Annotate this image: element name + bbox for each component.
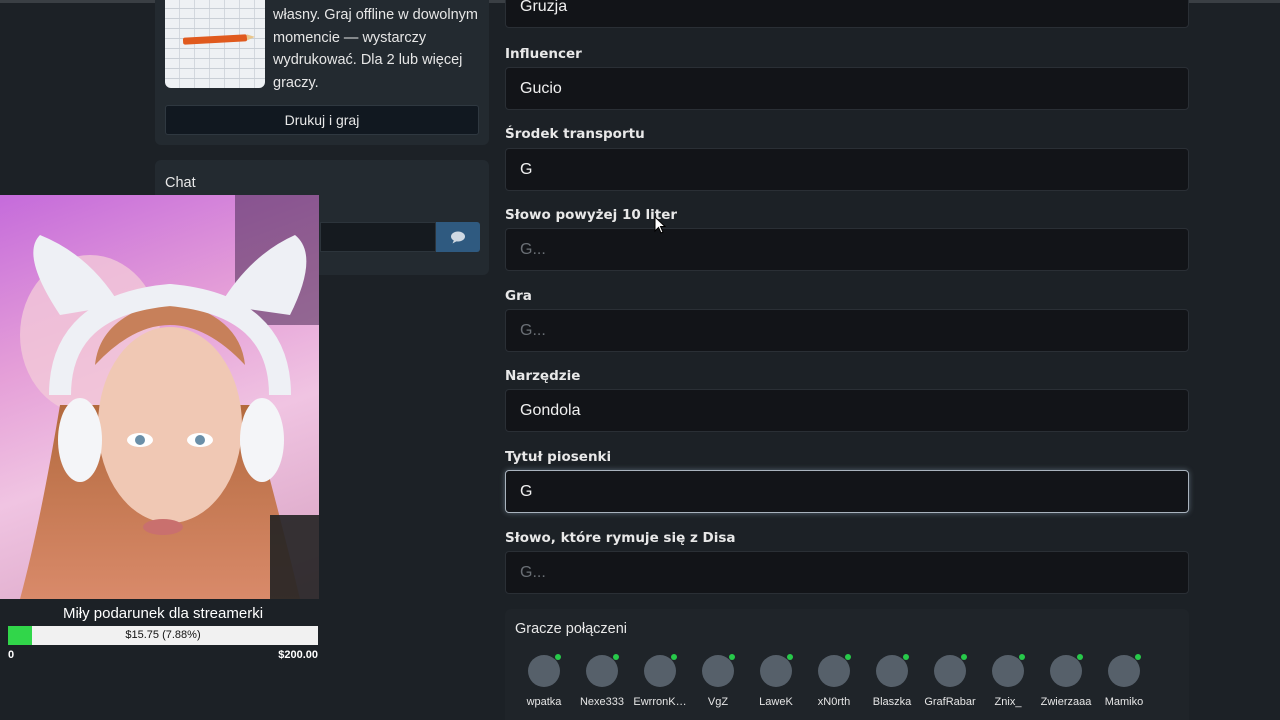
player-name: GrafRabar bbox=[924, 696, 976, 708]
connected-players-panel: Gracze połączeni wpatka Nexe333 EwrronK…… bbox=[505, 609, 1189, 720]
player-item[interactable]: Znix_ bbox=[978, 653, 1038, 708]
online-status-dot bbox=[555, 654, 561, 660]
online-status-dot bbox=[1019, 654, 1025, 660]
field-transport-input[interactable] bbox=[505, 148, 1189, 191]
online-status-dot bbox=[787, 654, 793, 660]
player-item[interactable]: Zwierzaaa bbox=[1036, 653, 1096, 708]
player-item[interactable]: Nexe333 bbox=[572, 653, 632, 708]
online-status-dot bbox=[1135, 654, 1141, 660]
donation-amount: $15.75 (7.88%) bbox=[125, 629, 201, 641]
webcam-image bbox=[20, 195, 319, 599]
field-country-input[interactable] bbox=[505, 0, 1189, 28]
user-avatar-icon bbox=[1108, 654, 1141, 687]
donation-max-label: $200.00 bbox=[278, 649, 318, 661]
player-item[interactable]: xN0rth bbox=[804, 653, 864, 708]
player-name: EwrronK… bbox=[633, 696, 687, 708]
chat-send-button[interactable] bbox=[436, 222, 480, 252]
online-status-dot bbox=[1077, 654, 1083, 660]
donation-progress-bar: $15.75 (7.88%) bbox=[8, 626, 318, 645]
user-avatar-icon bbox=[818, 654, 851, 687]
field-rhyme-label: Słowo, które rymuje się z Disa bbox=[505, 530, 736, 546]
field-long-word-label: Słowo powyżej 10 liter bbox=[505, 207, 678, 223]
player-item[interactable]: wpatka bbox=[514, 653, 574, 708]
online-status-dot bbox=[903, 654, 909, 660]
chat-title: Chat bbox=[165, 175, 196, 191]
field-tool-input[interactable] bbox=[505, 389, 1189, 432]
player-name: Mamiko bbox=[1104, 696, 1144, 708]
field-rhyme-input[interactable] bbox=[505, 551, 1189, 594]
online-status-dot bbox=[845, 654, 851, 660]
printable-game-thumbnail bbox=[165, 0, 265, 88]
print-and-play-button[interactable]: Drukuj i graj bbox=[165, 105, 479, 135]
connected-players-title: Gracze połączeni bbox=[515, 621, 628, 637]
user-avatar-icon bbox=[528, 654, 561, 687]
chat-input[interactable] bbox=[320, 222, 436, 252]
print-game-description: własny. Graj offline w dowolnym momencie… bbox=[273, 7, 478, 91]
field-influencer-label: Influencer bbox=[505, 46, 582, 62]
player-name: Znix_ bbox=[994, 696, 1022, 708]
user-avatar-icon bbox=[702, 654, 735, 687]
field-long-word-input[interactable] bbox=[505, 228, 1189, 271]
donation-goal-title: Miły podarunek dla streamerki bbox=[62, 605, 264, 622]
user-avatar-icon bbox=[644, 654, 677, 687]
streamer-webcam bbox=[0, 195, 319, 599]
player-name: LaweK bbox=[759, 696, 793, 708]
field-game-label: Gra bbox=[505, 288, 532, 304]
player-name: xN0rth bbox=[817, 696, 851, 708]
player-name: Blaszka bbox=[872, 696, 912, 708]
player-item[interactable]: VgZ bbox=[688, 653, 748, 708]
user-avatar-icon bbox=[586, 654, 619, 687]
player-name: wpatka bbox=[526, 696, 562, 708]
player-item[interactable]: LaweK bbox=[746, 653, 806, 708]
online-status-dot bbox=[613, 654, 619, 660]
player-item[interactable]: GrafRabar bbox=[920, 653, 980, 708]
field-tool-label: Narzędzie bbox=[505, 368, 581, 384]
online-status-dot bbox=[671, 654, 677, 660]
donation-min-label: 0 bbox=[8, 649, 15, 661]
player-item[interactable]: Mamiko bbox=[1094, 653, 1154, 708]
user-avatar-icon bbox=[1050, 654, 1083, 687]
field-game-input[interactable] bbox=[505, 309, 1189, 352]
user-avatar-icon bbox=[760, 654, 793, 687]
player-item[interactable]: Blaszka bbox=[862, 653, 922, 708]
online-status-dot bbox=[961, 654, 967, 660]
field-influencer-input[interactable] bbox=[505, 67, 1189, 110]
print-game-card: własny. Graj offline w dowolnym momencie… bbox=[155, 0, 489, 145]
pencil-icon bbox=[182, 34, 248, 45]
player-name: VgZ bbox=[707, 696, 729, 708]
user-avatar-icon bbox=[934, 654, 967, 687]
online-status-dot bbox=[729, 654, 735, 660]
speech-bubble-icon bbox=[451, 231, 465, 243]
player-name: Nexe333 bbox=[579, 696, 625, 708]
user-avatar-icon bbox=[876, 654, 909, 687]
player-name: Zwierzaaa bbox=[1040, 696, 1092, 708]
mouse-cursor-icon bbox=[654, 216, 666, 234]
user-avatar-icon bbox=[992, 654, 1025, 687]
player-item[interactable]: EwrronK… bbox=[630, 653, 690, 708]
field-transport-label: Środek transportu bbox=[505, 126, 645, 142]
field-song-title-label: Tytuł piosenki bbox=[505, 449, 612, 465]
field-song-title-input[interactable] bbox=[505, 470, 1189, 513]
